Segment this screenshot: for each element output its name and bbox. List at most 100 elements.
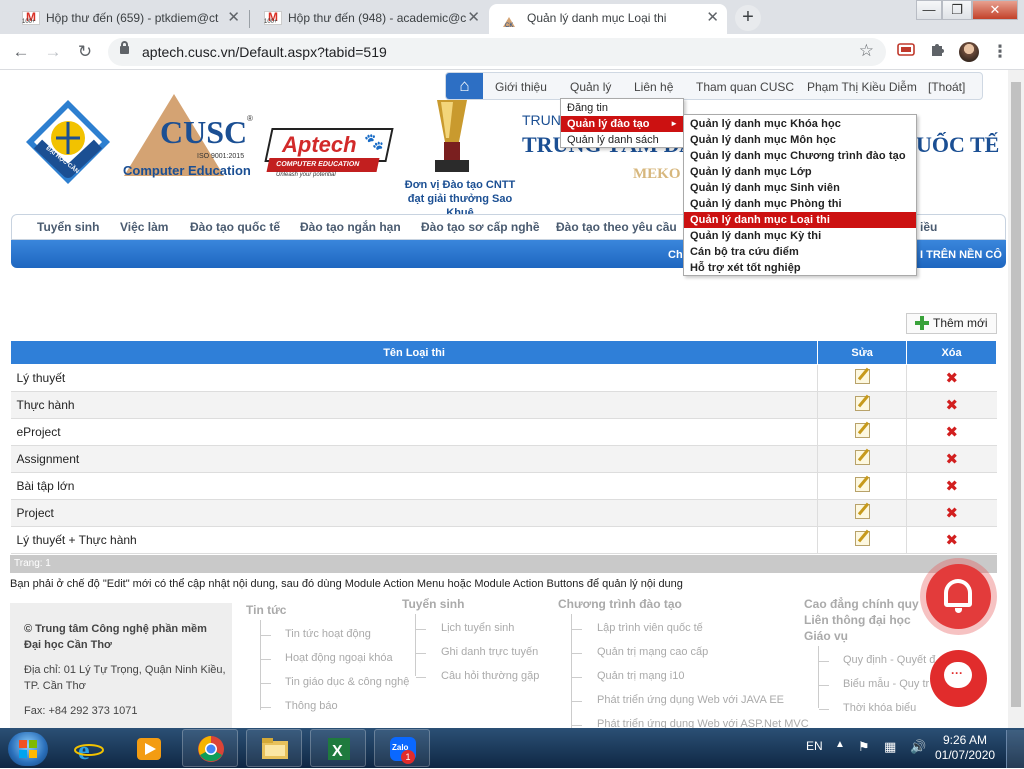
menu-dao-tao-quoc-te[interactable]: Đào tạo quốc tế bbox=[190, 220, 280, 234]
windows-start-button[interactable] bbox=[8, 732, 48, 766]
menu-loai-thi[interactable]: Quản lý danh mục Loại thi bbox=[684, 212, 916, 228]
edit-icon[interactable] bbox=[854, 450, 870, 465]
close-tab-icon[interactable]: ✕ bbox=[227, 4, 240, 32]
menu-can-bo-tra-cuu-diem[interactable]: Cán bộ tra cứu điểm bbox=[684, 244, 916, 260]
close-tab-icon[interactable]: ✕ bbox=[706, 4, 719, 32]
nav-gioi-thieu[interactable]: Giới thiệu bbox=[495, 80, 547, 94]
close-tab-icon[interactable]: ✕ bbox=[467, 4, 480, 32]
footer-news-title[interactable]: Tin tức bbox=[246, 603, 286, 617]
notification-bell-button[interactable] bbox=[926, 564, 991, 629]
footer-college-title-1[interactable]: Cao đẳng chính quy bbox=[804, 597, 919, 611]
footer-college-title-2[interactable]: Liên thông đại học bbox=[804, 613, 911, 627]
menu-phong-thi[interactable]: Quản lý danh mục Phòng thi bbox=[684, 196, 916, 212]
forward-icon[interactable]: → bbox=[41, 40, 65, 64]
address-bar[interactable]: aptech.cusc.vn/Default.aspx?tabid=519 ☆ bbox=[108, 38, 886, 66]
delete-icon[interactable]: ✖ bbox=[945, 533, 958, 548]
delete-icon[interactable]: ✖ bbox=[945, 506, 958, 521]
show-desktop-button[interactable] bbox=[1006, 730, 1024, 768]
menu-ky-thi[interactable]: Quản lý danh mục Kỳ thi bbox=[684, 228, 916, 244]
home-icon[interactable]: ⌂ bbox=[446, 73, 483, 99]
pager[interactable]: Trang: 1 bbox=[10, 555, 997, 573]
tray-expand-icon[interactable]: ▲ bbox=[835, 739, 845, 750]
network-icon[interactable]: ▦ bbox=[884, 739, 896, 755]
footer-link[interactable]: Thời khóa biểu bbox=[843, 702, 916, 714]
nav-quan-ly[interactable]: Quản lý bbox=[570, 80, 611, 94]
add-new-button[interactable]: Thêm mới bbox=[906, 313, 997, 334]
system-clock[interactable]: 9:26 AM 01/07/2020 bbox=[935, 733, 995, 763]
menu-dao-tao-theo-yeu-cau[interactable]: Đào tạo theo yêu cầu bbox=[556, 220, 677, 234]
chrome-icon[interactable] bbox=[182, 729, 238, 767]
menu-viec-lam[interactable]: Việc làm bbox=[120, 220, 168, 234]
extensions-puzzle-icon[interactable] bbox=[925, 40, 949, 64]
chrome-menu-icon[interactable]: ⋮ bbox=[988, 40, 1012, 64]
delete-icon[interactable]: ✖ bbox=[945, 479, 958, 494]
edit-icon[interactable] bbox=[854, 423, 870, 438]
column-header-name[interactable]: Tên Loại thi bbox=[9, 340, 819, 365]
menu-dao-tao-so-cap-nghe[interactable]: Đào tạo sơ cấp nghề bbox=[421, 220, 540, 234]
edit-icon[interactable] bbox=[854, 504, 870, 519]
chat-button[interactable]: ··· bbox=[930, 650, 987, 707]
file-explorer-icon[interactable] bbox=[246, 729, 302, 767]
delete-icon[interactable]: ✖ bbox=[945, 425, 958, 440]
back-icon[interactable]: ← bbox=[9, 40, 33, 64]
language-indicator[interactable]: EN bbox=[806, 739, 823, 753]
nav-user-name[interactable]: Phạm Thị Kiều Diễm bbox=[807, 80, 917, 94]
footer-link[interactable]: Biểu mẫu - Quy tr bbox=[843, 678, 929, 690]
nav-tham-quan[interactable]: Tham quan CUSC bbox=[696, 80, 794, 94]
footer-link[interactable]: Quy định - Quyết đ bbox=[843, 654, 935, 666]
nav-logout[interactable]: [Thoát] bbox=[928, 80, 965, 94]
cast-icon[interactable] bbox=[894, 40, 918, 64]
menu-lop[interactable]: Quản lý danh mục Lớp bbox=[684, 164, 916, 180]
action-center-flag-icon[interactable]: ⚑ bbox=[858, 739, 870, 755]
footer-link[interactable]: Lập trình viên quốc tế bbox=[597, 622, 703, 634]
menu-ho-tro-xet-tot-nghiep[interactable]: Hỗ trợ xét tốt nghiệp bbox=[684, 260, 916, 276]
footer-program-title[interactable]: Chương trình đào tạo bbox=[558, 597, 682, 611]
footer-link[interactable]: Quản trị mạng i10 bbox=[597, 670, 684, 682]
reload-icon[interactable]: ↻ bbox=[73, 40, 97, 64]
tab-gmail-ptkdiem[interactable]: 100+ Hộp thư đến (659) - ptkdiem@ct ✕ bbox=[8, 4, 248, 34]
volume-icon[interactable]: 🔊 bbox=[910, 739, 926, 755]
excel-icon[interactable]: X bbox=[310, 729, 366, 767]
footer-link[interactable]: Quản trị mạng cao cấp bbox=[597, 646, 708, 658]
edit-icon[interactable] bbox=[854, 477, 870, 492]
footer-link[interactable]: Thông báo bbox=[285, 700, 338, 712]
tab-gmail-academic[interactable]: 100+ Hộp thư đến (948) - academic@c ✕ bbox=[250, 4, 488, 34]
menu-dieu[interactable]: iều bbox=[920, 220, 937, 234]
edit-icon[interactable] bbox=[854, 396, 870, 411]
footer-link[interactable]: Hoạt động ngoại khóa bbox=[285, 652, 393, 664]
edit-icon[interactable] bbox=[854, 531, 870, 546]
menu-dang-tin[interactable]: Đăng tin bbox=[561, 100, 683, 116]
delete-icon[interactable]: ✖ bbox=[945, 398, 958, 413]
menu-quan-ly-danh-sach[interactable]: Quản lý danh sách bbox=[561, 132, 683, 148]
tab-active-loai-thi[interactable]: CK Quản lý danh mục Loại thi ✕ bbox=[489, 4, 727, 34]
close-window-button[interactable]: ✕ bbox=[972, 0, 1018, 20]
nav-lien-he[interactable]: Liên hệ bbox=[634, 80, 673, 94]
bookmark-star-icon[interactable]: ☆ bbox=[859, 41, 874, 61]
scrollbar-thumb[interactable] bbox=[1011, 82, 1021, 707]
restore-button[interactable]: ❐ bbox=[942, 0, 972, 20]
new-tab-button[interactable]: + bbox=[735, 5, 761, 31]
menu-dao-tao-ngan-han[interactable]: Đào tạo ngắn hạn bbox=[300, 220, 401, 234]
delete-icon[interactable]: ✖ bbox=[945, 371, 958, 386]
footer-link[interactable]: Tin giáo dục & công nghệ bbox=[285, 676, 409, 688]
media-player-icon[interactable] bbox=[120, 729, 176, 767]
footer-college-title-3[interactable]: Giáo vụ bbox=[804, 629, 848, 643]
footer-link[interactable]: Câu hỏi thường gặp bbox=[441, 670, 539, 682]
footer-link[interactable]: Phát triển ứng dụng Web với JAVA EE bbox=[597, 694, 784, 706]
footer-link[interactable]: Tin tức hoạt động bbox=[285, 628, 371, 640]
footer-link[interactable]: Lịch tuyển sinh bbox=[441, 622, 514, 634]
menu-khoa-hoc[interactable]: Quản lý danh mục Khóa học bbox=[684, 116, 916, 132]
edit-icon[interactable] bbox=[854, 369, 870, 384]
menu-sinh-vien[interactable]: Quản lý danh mục Sinh viên bbox=[684, 180, 916, 196]
menu-tuyen-sinh[interactable]: Tuyển sinh bbox=[37, 220, 99, 234]
minimize-button[interactable]: — bbox=[916, 0, 942, 20]
delete-icon[interactable]: ✖ bbox=[945, 452, 958, 467]
menu-mon-hoc[interactable]: Quản lý danh mục Môn học bbox=[684, 132, 916, 148]
internet-explorer-icon[interactable]: e bbox=[60, 729, 116, 767]
zalo-icon[interactable]: Zalo 1 bbox=[374, 729, 430, 767]
footer-admission-title[interactable]: Tuyển sinh bbox=[402, 597, 464, 611]
menu-chuong-trinh-dao-tao[interactable]: Quản lý danh mục Chương trình đào tạo bbox=[684, 148, 916, 164]
page-scrollbar[interactable] bbox=[1008, 70, 1024, 728]
footer-link[interactable]: Phát triển ứng dụng Web với ASP.Net MVC bbox=[597, 718, 809, 728]
footer-link[interactable]: Ghi danh trực tuyến bbox=[441, 646, 538, 658]
